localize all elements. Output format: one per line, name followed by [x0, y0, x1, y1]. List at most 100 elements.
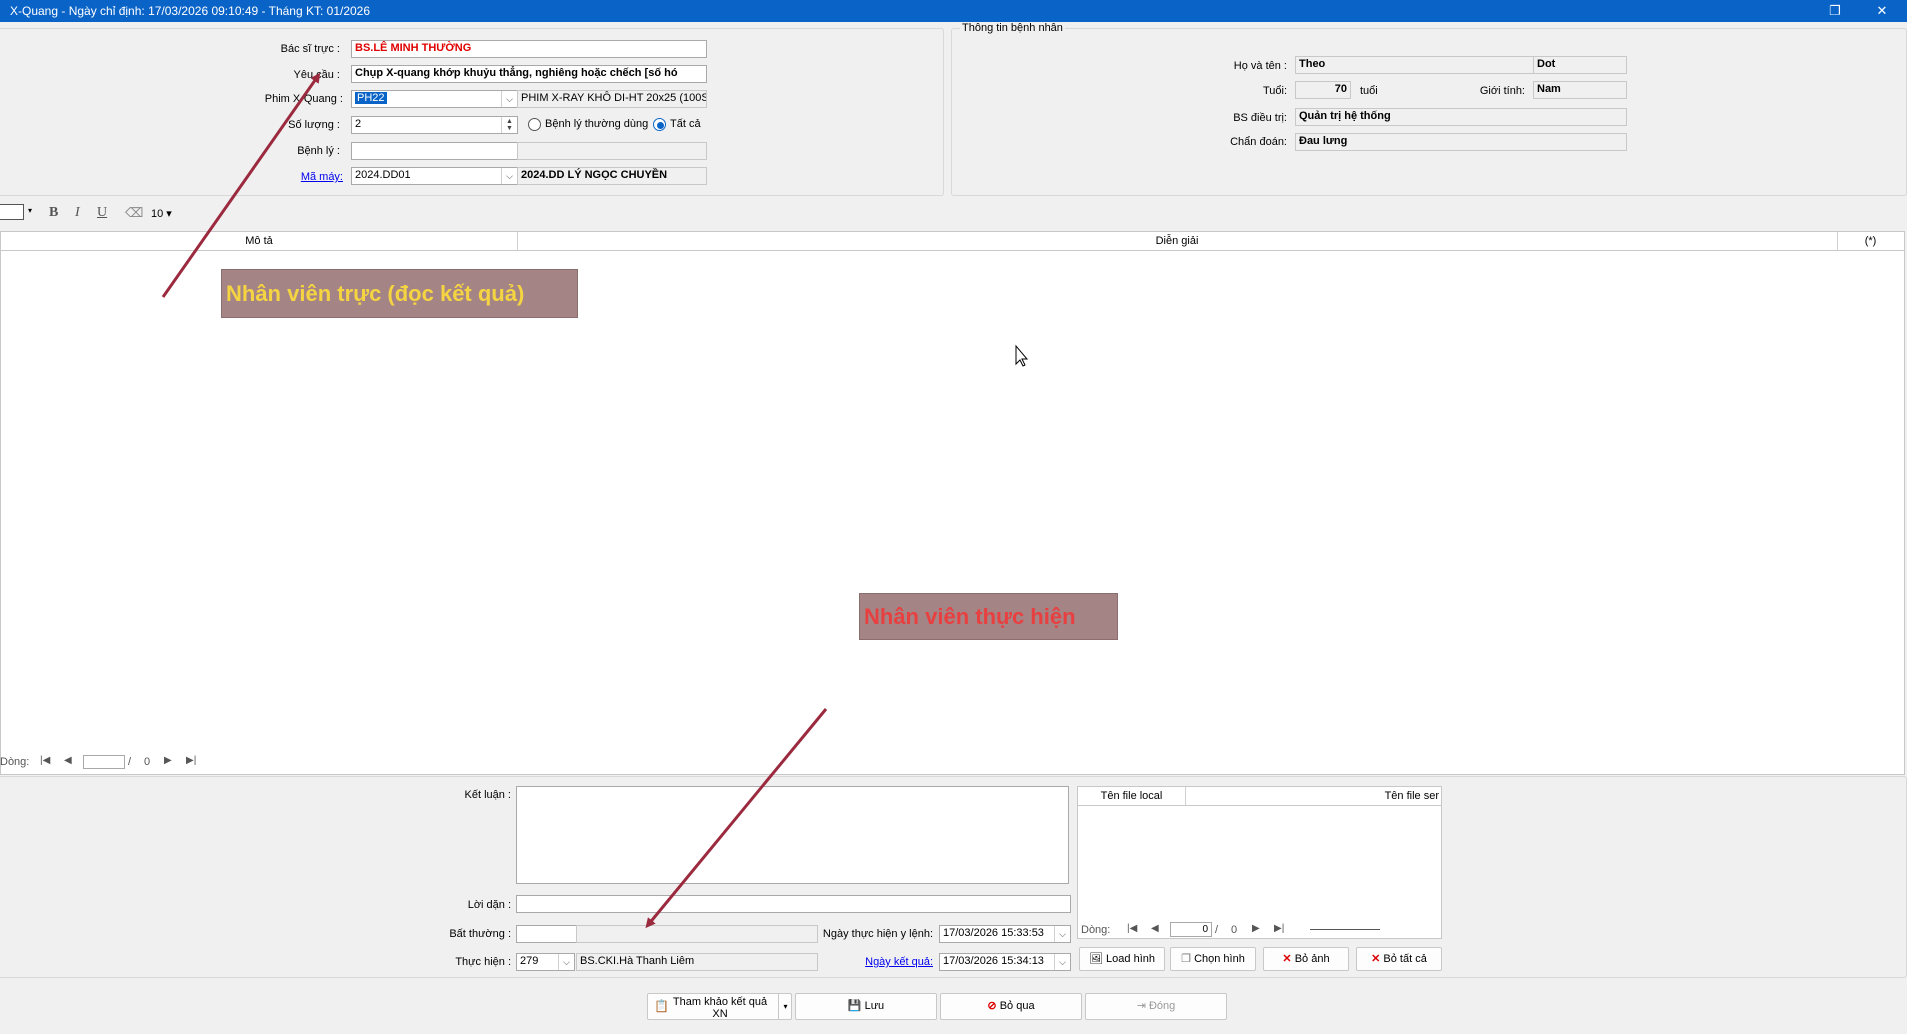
italic-button[interactable]: I	[75, 205, 80, 221]
ngay-ket-qua-picker[interactable]: 17/03/2026 15:34:13 ⌵	[939, 953, 1071, 971]
ngay-thuc-hien-picker[interactable]: 17/03/2026 15:33:53 ⌵	[939, 925, 1071, 943]
annotation-nv-truc: Nhân viên trực (đọc kết quả)	[221, 269, 578, 318]
ket-luan-label: Kết luận :	[464, 789, 511, 801]
chevron-down-icon[interactable]: ⌵	[558, 954, 574, 970]
tuoi-field: 70	[1295, 81, 1351, 99]
col-file-server[interactable]: Tên file ser	[1185, 787, 1441, 805]
phim-label: Phim X-Quang :	[264, 93, 343, 105]
ma-may-combo[interactable]: 2024.DD01 ⌵	[351, 167, 518, 185]
ngay-thuc-hien-value: 17/03/2026 15:33:53	[943, 927, 1044, 939]
close-button[interactable]: ⇥ Đóng	[1085, 993, 1227, 1020]
loi-dan-field[interactable]	[516, 895, 1071, 913]
benh-ly-name	[517, 142, 707, 160]
ngay-ket-qua-link[interactable]: Ngày kết quả:	[800, 956, 933, 968]
phim-combo[interactable]: PH22 ⌵	[351, 90, 518, 108]
caret-down-icon[interactable]: ▾	[28, 206, 32, 215]
grid-nav-label: Dòng:	[0, 756, 30, 768]
floppy-icon: 💾	[847, 1000, 862, 1012]
benh-ly-field[interactable]	[351, 142, 518, 160]
font-size-select[interactable]: 10 ▾	[151, 207, 172, 220]
close-icon: ✕	[1371, 953, 1381, 965]
prev-record-icon[interactable]: ◀	[1151, 923, 1159, 934]
close-icon[interactable]: ✕	[1860, 0, 1904, 22]
last-record-icon[interactable]: ▶|	[186, 755, 196, 766]
choose-image-button[interactable]: ❐ Chọn hình	[1170, 947, 1256, 971]
remove-image-label: Bỏ ảnh	[1294, 953, 1330, 965]
ma-may-link[interactable]: Mã máy:	[220, 171, 343, 183]
chevron-down-icon[interactable]: ⌵	[501, 91, 517, 107]
next-record-icon[interactable]: ▶	[1252, 923, 1260, 934]
ten-field: Dot	[1533, 56, 1627, 74]
ngay-ket-qua-value: 17/03/2026 15:34:13	[943, 955, 1044, 967]
ngay-thuc-hien-label: Ngày thực hiện y lệnh:	[822, 928, 933, 940]
eraser-icon[interactable]: ⌫	[125, 205, 143, 221]
copy-icon: ❐	[1181, 953, 1192, 965]
radio-tat-ca[interactable]	[653, 118, 666, 131]
col-mo-ta[interactable]: Mô tả	[1, 232, 518, 250]
ho-ten-label: Họ và tên :	[1233, 60, 1287, 72]
chevron-down-icon[interactable]: ⌵	[501, 168, 517, 184]
col-file-local[interactable]: Tên file local	[1078, 787, 1186, 805]
ma-may-name: 2024.DD LÝ NGỌC CHUYỀN	[517, 167, 707, 185]
color-picker[interactable]	[0, 204, 24, 220]
file-nav-label: Dòng:	[1081, 924, 1111, 936]
file-grid-header: Tên file local Tên file ser	[1078, 787, 1441, 806]
thuc-hien-label: Thực hiện :	[455, 956, 511, 968]
yeu-cau-field[interactable]: Chụp X-quang khớp khuỷu thẳng, nghiêng h…	[351, 65, 707, 83]
file-nav-position[interactable]: 0	[1170, 922, 1212, 937]
ho-field: Theo	[1295, 56, 1535, 74]
radio-benh-ly-thuong-dung[interactable]	[528, 118, 541, 131]
benh-ly-label: Bệnh lý :	[297, 145, 340, 157]
first-record-icon[interactable]: |◀	[40, 755, 50, 766]
ket-luan-textarea[interactable]	[516, 786, 1069, 884]
col-star[interactable]: (*)	[1837, 232, 1904, 250]
bat-thuong-label: Bất thường :	[449, 928, 511, 940]
gioi-tinh-field: Nam	[1533, 81, 1627, 99]
patient-group-title: Thông tin bệnh nhân	[960, 22, 1065, 34]
file-nav-total: 0	[1231, 924, 1238, 936]
save-button[interactable]: 💾 Lưu	[795, 993, 937, 1020]
prev-record-icon[interactable]: ◀	[64, 755, 72, 766]
grid-nav-sep: /	[128, 756, 132, 768]
skip-button[interactable]: ⊘ Bỏ qua	[940, 993, 1082, 1020]
bac-si-truc-field[interactable]: BS.LÊ MINH THƯỜNG	[351, 40, 707, 58]
last-record-icon[interactable]: ▶|	[1274, 923, 1284, 934]
remove-all-button[interactable]: ✕ Bỏ tất cả	[1356, 947, 1442, 971]
so-luong-stepper[interactable]: 2 ▲ ▼	[351, 116, 518, 134]
bat-thuong-field[interactable]	[516, 925, 577, 943]
exit-icon: ⇥	[1136, 1000, 1146, 1012]
bold-button[interactable]: B	[49, 205, 58, 221]
grid-nav-total: 0	[144, 756, 151, 768]
underline-button[interactable]: U	[97, 205, 107, 221]
remove-image-button[interactable]: ✕ Bỏ ảnh	[1263, 947, 1349, 971]
so-luong-value: 2	[355, 118, 362, 130]
window-title: X-Quang - Ngày chỉ định: 17/03/2026 09:1…	[10, 4, 371, 18]
title-bar: X-Quang - Ngày chỉ định: 17/03/2026 09:1…	[0, 0, 1907, 22]
reference-results-button[interactable]: 📋 Tham khảo kết quả XN ▾	[647, 993, 792, 1020]
chevron-down-icon[interactable]: ⌵	[1054, 926, 1070, 942]
thuc-hien-code: 279	[520, 955, 539, 967]
spinner-icon[interactable]: ▲ ▼	[501, 117, 517, 133]
grid-nav-position[interactable]	[83, 755, 125, 769]
bs-dieu-tri-label: BS điều trị:	[1233, 112, 1287, 124]
caret-down-icon[interactable]: ▾	[778, 994, 792, 1019]
load-image-button[interactable]: 🖼 Load hình	[1079, 947, 1165, 971]
clipboard-icon: 📋	[654, 999, 669, 1013]
chevron-down-icon[interactable]: ⌵	[1054, 954, 1070, 970]
restore-icon[interactable]: ❐	[1813, 0, 1857, 22]
col-dien-giai[interactable]: Diễn giải	[517, 232, 1838, 250]
file-grid[interactable]: Tên file local Tên file ser	[1077, 786, 1442, 939]
radio-dot	[657, 122, 664, 129]
next-record-icon[interactable]: ▶	[164, 755, 172, 766]
reference-results-label: Tham khảo kết quả XN	[672, 996, 768, 1020]
loi-dan-label: Lời dặn :	[467, 899, 511, 911]
thuc-hien-combo[interactable]: 279 ⌵	[516, 953, 575, 971]
tuoi-label: Tuổi:	[1262, 85, 1287, 97]
file-grid-scrollbar[interactable]	[1310, 929, 1380, 930]
first-record-icon[interactable]: |◀	[1127, 923, 1137, 934]
bac-si-truc-label: Bác sĩ trực :	[280, 43, 340, 55]
so-luong-label: Số lượng :	[288, 119, 340, 131]
phim-name: PHIM X-RAY KHÔ DI-HT 20x25 (100S	[517, 90, 707, 108]
font-size-value: 10	[151, 208, 164, 220]
close-icon: ✕	[1282, 953, 1292, 965]
